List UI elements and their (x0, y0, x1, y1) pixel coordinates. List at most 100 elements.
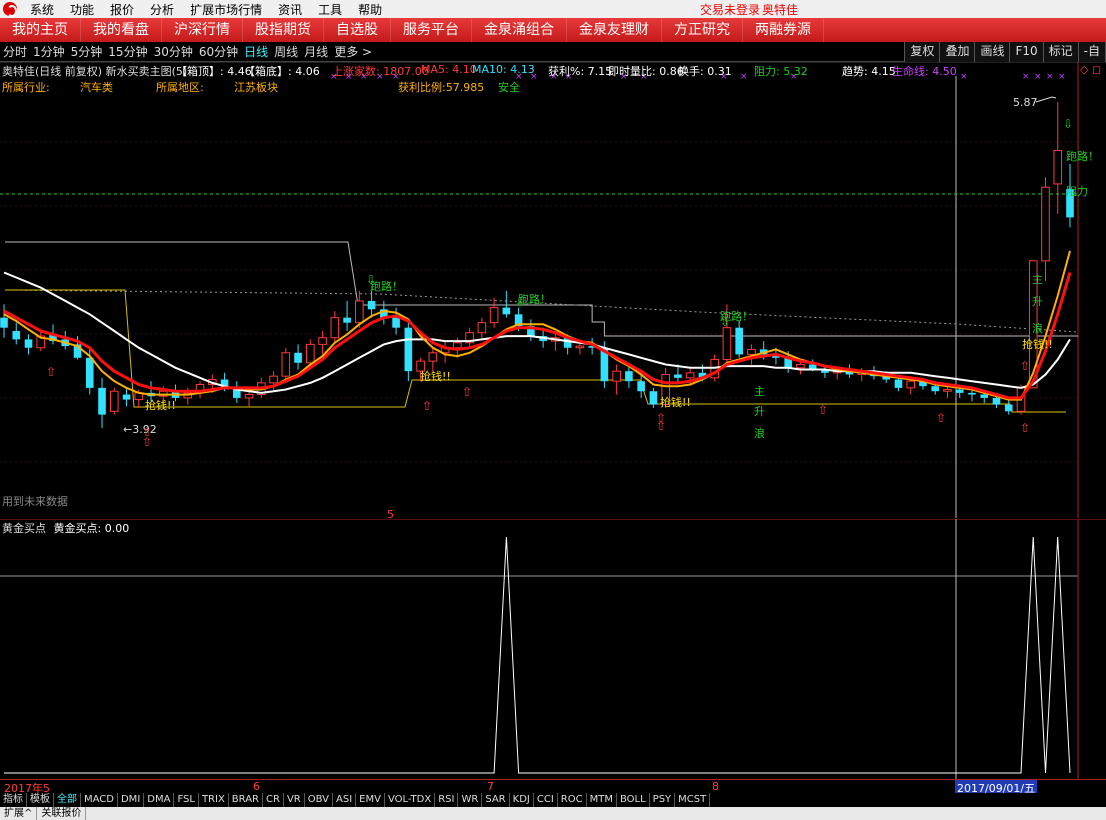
indicator-tab[interactable]: DMA (144, 793, 175, 807)
candle-body (685, 372, 695, 379)
period-5min[interactable]: 5分钟 (68, 43, 106, 60)
menu-news[interactable]: 资讯 (270, 1, 310, 18)
trade-login-status[interactable]: 交易未登录 (700, 1, 760, 18)
period-timeshare[interactable]: 分时 (0, 43, 30, 60)
indicator-tab[interactable]: DMI (118, 793, 145, 807)
indicator-tab[interactable]: OBV (305, 793, 333, 807)
period-1min[interactable]: 1分钟 (30, 43, 68, 60)
indicator-tab[interactable]: KDJ (510, 793, 534, 807)
nav-my-home[interactable]: 我的主页 (0, 18, 81, 42)
menu-extended-market[interactable]: 扩展市场行情 (182, 1, 270, 18)
app-logo-icon[interactable] (3, 2, 17, 17)
indicator-tab[interactable]: VOL-TDX (385, 793, 436, 807)
indicator-tab[interactable]: TRIX (199, 793, 229, 807)
indicator-tab[interactable]: PSY (650, 793, 676, 807)
candle-body (24, 339, 33, 348)
nav-sh-sz-market[interactable]: 沪深行情 (162, 18, 243, 42)
menu-bar: 系统 功能 报价 分析 扩展市场行情 资讯 工具 帮助 交易未登录 奥特佳 (0, 0, 1106, 18)
indicator-tab[interactable]: SAR (482, 793, 510, 807)
candle-body (796, 363, 805, 369)
candle-body (943, 389, 952, 392)
period-60min[interactable]: 60分钟 (196, 43, 241, 60)
buy-arrow-icon: ⇧ (46, 365, 56, 379)
menu-function[interactable]: 功能 (62, 1, 102, 18)
candle-body (502, 307, 511, 315)
indicator-tab[interactable]: 全部 (54, 793, 81, 807)
mark-button[interactable]: 标记 (1042, 42, 1079, 62)
menu-system[interactable]: 系统 (22, 1, 62, 18)
adjust-button[interactable]: 复权 (904, 42, 941, 62)
main-wave-char: 主 (754, 385, 765, 398)
buy-arrow-icon: ⇧ (1020, 421, 1030, 435)
ma-white-line (3, 271, 1071, 394)
indicator-tab[interactable]: ASI (333, 793, 357, 807)
nav-index-futures[interactable]: 股指期货 (243, 18, 324, 42)
f10-button[interactable]: F10 (1009, 42, 1044, 62)
indicator-tab[interactable]: RSI (435, 793, 459, 807)
industry-value: 汽车类 (80, 81, 113, 94)
candle-body (428, 352, 438, 362)
trend-value: 趋势: 4.15 (842, 65, 896, 78)
ma-red-line (3, 272, 1072, 400)
period-weekly[interactable]: 周线 (271, 43, 301, 60)
menu-tools[interactable]: 工具 (310, 1, 350, 18)
candle-body (637, 381, 645, 392)
indicator-tab[interactable]: BOLL (617, 793, 650, 807)
candle-body (98, 387, 106, 415)
indicator-tab[interactable]: 模板 (27, 793, 54, 807)
nav-service-platform[interactable]: 服务平台 (391, 18, 472, 42)
candlestick-chart[interactable]: × × × × × × × × × × × × × × × × × × × 5.87←3.92跑路！跑路！跑路！跑路… (0, 62, 1106, 518)
candle-body (343, 317, 351, 323)
period-30min[interactable]: 30分钟 (151, 43, 196, 60)
indicator-tab[interactable]: 指标 (0, 793, 27, 807)
region-value: 江苏板块 (234, 81, 278, 94)
lifeline-value: 生命线: 4.50 (892, 65, 957, 78)
expand-button[interactable]: 扩展^ (0, 807, 38, 820)
nav-portfolio[interactable]: 金泉涌组合 (472, 18, 567, 42)
candle-body (85, 357, 94, 388)
indicator-tab[interactable]: VR (284, 793, 305, 807)
candle-body (367, 300, 376, 310)
indicator-tab[interactable]: MACD (81, 793, 118, 807)
overlay-button[interactable]: 叠加 (939, 42, 976, 62)
indicator-tab[interactable]: CCI (534, 793, 558, 807)
period-monthly[interactable]: 月线 (301, 43, 331, 60)
indicator-tab[interactable]: EMV (356, 793, 385, 807)
candle-body (489, 307, 499, 324)
candle-body (122, 394, 131, 400)
candle-body (931, 386, 940, 392)
candle-body (477, 322, 487, 334)
indicator-tab[interactable]: MTM (587, 793, 617, 807)
nav-research[interactable]: 方正研究 (662, 18, 743, 42)
candle-body (355, 300, 364, 324)
menu-quote[interactable]: 报价 (102, 1, 142, 18)
candle-body (330, 317, 340, 339)
candle-body (992, 397, 1001, 405)
nav-margin-source[interactable]: 两融券源 (743, 18, 824, 42)
draw-line-button[interactable]: 画线 (974, 42, 1011, 62)
candle-body (747, 348, 756, 355)
signal-line (4, 536, 1071, 774)
nav-watchlist[interactable]: 自选股 (324, 18, 391, 42)
indicator-tab[interactable]: CR (263, 793, 284, 807)
period-daily[interactable]: 日线 (241, 43, 271, 60)
indicator-tab[interactable]: ROC (558, 793, 587, 807)
indicator-tab[interactable]: BRAR (229, 793, 263, 807)
chart-title: 奥特佳(日线 前复权) 新水买卖主图(5) (2, 65, 188, 78)
menu-analysis[interactable]: 分析 (142, 1, 182, 18)
menu-help[interactable]: 帮助 (350, 1, 390, 18)
period-15min[interactable]: 15分钟 (105, 43, 150, 60)
nav-my-watch[interactable]: 我的看盘 (81, 18, 162, 42)
golden-buy-point-chart[interactable] (0, 519, 1106, 779)
period-more[interactable]: 更多 > (331, 43, 375, 60)
indicator-tab[interactable]: MCST (675, 793, 711, 807)
indicator-tab[interactable]: FSL (174, 793, 199, 807)
axis-label-jul: 7 (487, 780, 494, 793)
custom-button[interactable]: -自 (1077, 42, 1106, 62)
related-quote-button[interactable]: 关联报价 (37, 807, 87, 820)
nav-wealth[interactable]: 金泉友理财 (567, 18, 662, 42)
catch-signal-label: 抢钱!! (420, 369, 451, 383)
diamond-icon[interactable]: ◇ ◻ (1080, 63, 1101, 76)
sell-arrow-icon: ⇩ (1063, 117, 1073, 131)
indicator-tab[interactable]: WR (458, 793, 483, 807)
